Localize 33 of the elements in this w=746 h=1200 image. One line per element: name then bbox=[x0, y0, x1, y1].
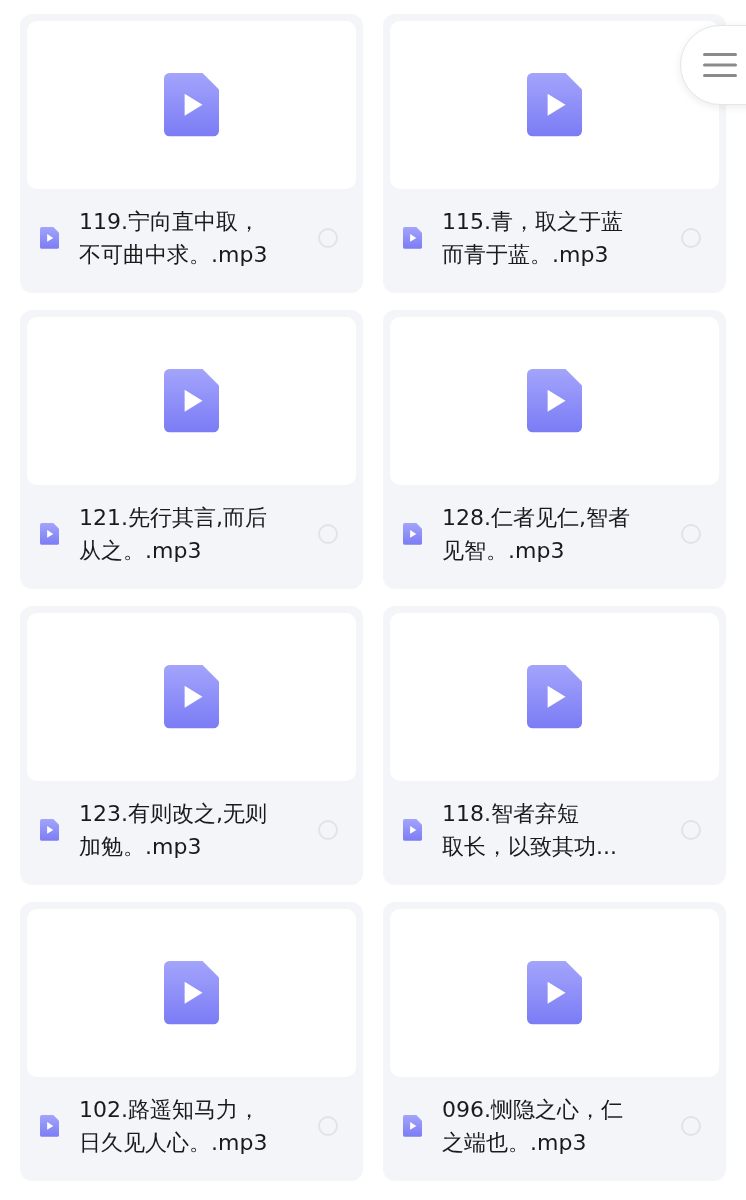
audio-file-icon bbox=[164, 73, 219, 137]
audio-file-icon bbox=[40, 227, 59, 249]
file-name: 118.智者弃短 取长，以致其功... bbox=[442, 800, 618, 861]
file-name: 119.宁向直中取， 不可曲中求。.mp3 bbox=[79, 208, 269, 269]
file-card[interactable]: 115.青，取之于蓝 而青于蓝。.mp3 bbox=[383, 14, 726, 293]
file-name: 102.路遥知马力， 日久见人心。.mp3 bbox=[79, 1096, 269, 1157]
file-card[interactable]: 096.恻隐之心，仁 之端也。.mp3 bbox=[383, 902, 726, 1181]
file-name: 128.仁者见仁,智者 见智。.mp3 bbox=[442, 504, 631, 565]
file-card[interactable]: 102.路遥知马力， 日久见人心。.mp3 bbox=[20, 902, 363, 1181]
audio-file-icon bbox=[40, 1115, 59, 1137]
audio-file-icon bbox=[164, 369, 219, 433]
file-name: 123.有则改之,无则 加勉。.mp3 bbox=[79, 800, 268, 861]
audio-file-icon bbox=[164, 665, 219, 729]
audio-file-icon bbox=[527, 665, 582, 729]
audio-file-icon bbox=[527, 961, 582, 1025]
audio-file-icon bbox=[40, 523, 59, 545]
file-name: 121.先行其言,而后 从之。.mp3 bbox=[79, 504, 268, 565]
audio-file-icon bbox=[403, 819, 422, 841]
file-card[interactable]: 118.智者弃短 取长，以致其功... bbox=[383, 606, 726, 885]
audio-file-icon bbox=[40, 819, 59, 841]
file-card[interactable]: 119.宁向直中取， 不可曲中求。.mp3 bbox=[20, 14, 363, 293]
file-card[interactable]: 123.有则改之,无则 加勉。.mp3 bbox=[20, 606, 363, 885]
file-name: 115.青，取之于蓝 而青于蓝。.mp3 bbox=[442, 208, 624, 269]
audio-file-icon bbox=[403, 227, 422, 249]
file-name: 096.恻隐之心，仁 之端也。.mp3 bbox=[442, 1096, 624, 1157]
audio-file-icon bbox=[403, 523, 422, 545]
audio-file-icon bbox=[527, 369, 582, 433]
audio-file-icon bbox=[403, 1115, 422, 1137]
menu-icon bbox=[703, 52, 737, 78]
file-card[interactable]: 128.仁者见仁,智者 见智。.mp3 bbox=[383, 310, 726, 589]
audio-file-icon bbox=[164, 961, 219, 1025]
audio-file-icon bbox=[527, 73, 582, 137]
file-card[interactable]: 121.先行其言,而后 从之。.mp3 bbox=[20, 310, 363, 589]
